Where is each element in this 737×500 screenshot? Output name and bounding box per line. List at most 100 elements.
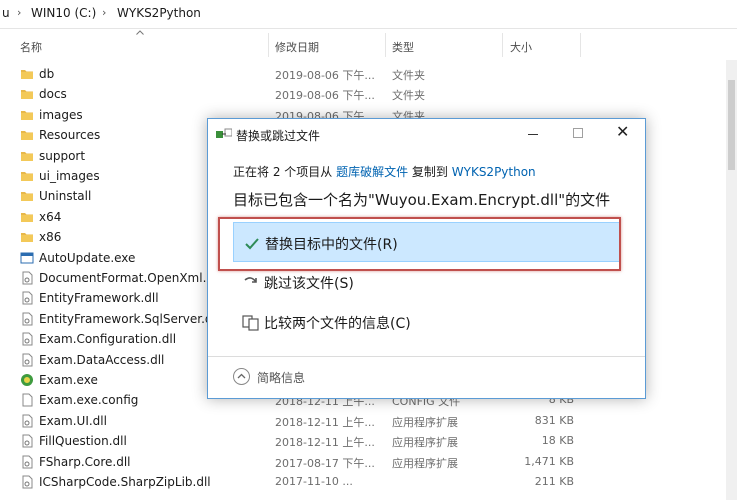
file-size: 1,471 KB xyxy=(524,454,574,468)
compare-files-option[interactable]: 比较两个文件的信息(C) xyxy=(233,302,621,342)
file-size: 831 KB xyxy=(534,413,574,427)
file-name: support xyxy=(39,148,86,163)
sort-ascending-icon xyxy=(136,30,144,35)
file-size: 18 KB xyxy=(541,434,574,448)
folder-icon xyxy=(20,108,34,122)
copy-info-middle: 复制到 xyxy=(408,165,452,179)
column-header-bar: 名称 修改日期 类型 大小 xyxy=(0,30,737,58)
file-type: 文件夹 xyxy=(392,69,425,82)
file-name: EntityFramework.SqlServer.dll xyxy=(39,311,220,326)
chevron-right-icon[interactable]: › xyxy=(102,6,106,19)
column-divider[interactable] xyxy=(502,33,503,57)
folder-icon xyxy=(20,169,34,183)
source-folder-link[interactable]: 题库破解文件 xyxy=(336,165,408,179)
conflict-heading: 目标已包含一个名为"Wuyou.Exam.Encrypt.dll"的文件 xyxy=(233,191,611,209)
dialog-footer: 简略信息 xyxy=(208,356,645,398)
file-date: 2018-12-11 上午... xyxy=(275,436,375,450)
column-header-type[interactable]: 类型 xyxy=(392,39,414,55)
folder-icon xyxy=(20,149,34,163)
file-name: Exam.UI.dll xyxy=(39,413,107,428)
file-date: 2017-11-10 ... xyxy=(275,475,353,488)
folder-icon xyxy=(20,210,34,224)
fewer-details-label: 简略信息 xyxy=(257,371,306,385)
file-name: Exam.exe xyxy=(39,373,98,387)
file-name: AutoUpdate.exe xyxy=(39,250,136,265)
destination-folder-link[interactable]: WYKS2Python xyxy=(452,165,536,179)
dll-icon xyxy=(20,414,34,428)
file-name: Exam.DataAccess.dll xyxy=(39,352,165,367)
column-divider[interactable] xyxy=(580,33,581,57)
config-file-icon xyxy=(20,393,34,407)
file-name: docs xyxy=(39,87,67,102)
fewer-details-button[interactable]: 简略信息 xyxy=(233,367,373,387)
file-name: db xyxy=(39,67,55,81)
scrollbar-thumb[interactable] xyxy=(728,80,735,170)
dll-icon xyxy=(20,332,34,346)
breadcrumb-item-folder[interactable]: WYKS2Python xyxy=(117,6,201,20)
file-name: Resources xyxy=(39,128,101,143)
file-row[interactable]: docs 2019-08-06 下午... 文件夹 xyxy=(0,84,737,104)
column-divider[interactable] xyxy=(268,33,269,57)
file-row[interactable]: FillQuestion.dll 2018-12-11 上午... 应用程序扩展 18… xyxy=(0,431,737,451)
dll-icon xyxy=(20,291,34,305)
file-date: 2018-12-11 上午... xyxy=(275,415,375,429)
file-name: EntityFramework.dll xyxy=(39,291,159,306)
dll-icon xyxy=(20,312,34,326)
folder-icon xyxy=(20,128,34,142)
maximize-icon[interactable] xyxy=(573,128,583,138)
file-name: images xyxy=(39,107,83,122)
file-size: 211 KB xyxy=(534,475,574,488)
file-type: 文件夹 xyxy=(392,89,425,103)
folder-icon xyxy=(20,67,34,81)
dll-icon xyxy=(20,475,34,489)
file-type: 应用程序扩展 xyxy=(392,456,458,470)
file-name: DocumentFormat.OpenXml.dll xyxy=(39,271,221,285)
exe-icon xyxy=(20,251,34,265)
address-bar[interactable]: u › WIN10 (C:) › WYKS2Python xyxy=(0,0,737,29)
file-date: 2017-08-17 下午... xyxy=(275,456,375,470)
file-name: x64 xyxy=(39,209,62,224)
breadcrumb-item-parent[interactable]: u xyxy=(2,6,10,20)
folder-icon xyxy=(20,87,34,101)
chevron-up-icon xyxy=(233,368,250,385)
file-row[interactable]: ICSharpCode.SharpZipLib.dll 2017-11-10 ..… xyxy=(0,472,737,492)
minimize-icon[interactable] xyxy=(528,134,538,135)
chevron-right-icon[interactable]: › xyxy=(17,6,21,19)
file-date: 2019-08-06 下午... xyxy=(275,89,375,103)
dialog-title: 替换或跳过文件 xyxy=(236,129,321,143)
close-icon[interactable]: ✕ xyxy=(616,124,629,140)
column-header-size[interactable]: 大小 xyxy=(510,39,532,55)
file-name: Exam.Configuration.dll xyxy=(39,332,177,347)
copy-info-prefix: 正在将 2 个项目从 xyxy=(233,165,337,179)
file-name: Exam.exe.config xyxy=(39,393,139,408)
folder-icon xyxy=(20,230,34,244)
skip-arrow-icon xyxy=(244,277,257,283)
file-date: 2019-08-06 下午... xyxy=(275,69,375,82)
dll-icon xyxy=(20,353,34,367)
dll-icon xyxy=(20,271,34,285)
file-row[interactable]: db 2019-08-06 下午... 文件夹 xyxy=(0,64,737,84)
breadcrumb-item-drive[interactable]: WIN10 (C:) xyxy=(31,6,96,20)
skip-file-label: 跳过该文件(S) xyxy=(264,276,354,292)
copy-files-icon xyxy=(216,128,232,138)
file-name: FillQuestion.dll xyxy=(39,434,127,449)
skip-file-option[interactable]: 跳过该文件(S) xyxy=(233,262,621,302)
file-type: 应用程序扩展 xyxy=(392,436,458,450)
vertical-scrollbar[interactable] xyxy=(726,60,737,500)
column-header-date[interactable]: 修改日期 xyxy=(275,39,319,55)
compare-files-icon xyxy=(242,315,259,331)
column-header-name[interactable]: 名称 xyxy=(20,39,42,55)
file-name: ui_images xyxy=(39,169,100,183)
folder-icon xyxy=(20,189,34,203)
copy-info-line: 正在将 2 个项目从 题库破解文件 复制到 WYKS2Python xyxy=(233,163,536,180)
file-row[interactable]: FSharp.Core.dll 2017-08-17 下午... 应用程序扩展 1,4… xyxy=(0,452,737,472)
file-type: 应用程序扩展 xyxy=(392,415,458,429)
file-row[interactable]: Exam.UI.dll 2018-12-11 上午... 应用程序扩展 831 KB xyxy=(0,411,737,431)
dll-icon xyxy=(20,455,34,469)
file-name: FSharp.Core.dll xyxy=(39,454,131,469)
dll-icon xyxy=(20,434,34,448)
file-name: Uninstall xyxy=(39,189,92,204)
replace-or-skip-dialog: 替换或跳过文件 ✕ 正在将 2 个项目从 题库破解文件 复制到 WYKS2Pyt… xyxy=(207,118,646,399)
file-name: x86 xyxy=(39,230,62,245)
column-divider[interactable] xyxy=(385,33,386,57)
